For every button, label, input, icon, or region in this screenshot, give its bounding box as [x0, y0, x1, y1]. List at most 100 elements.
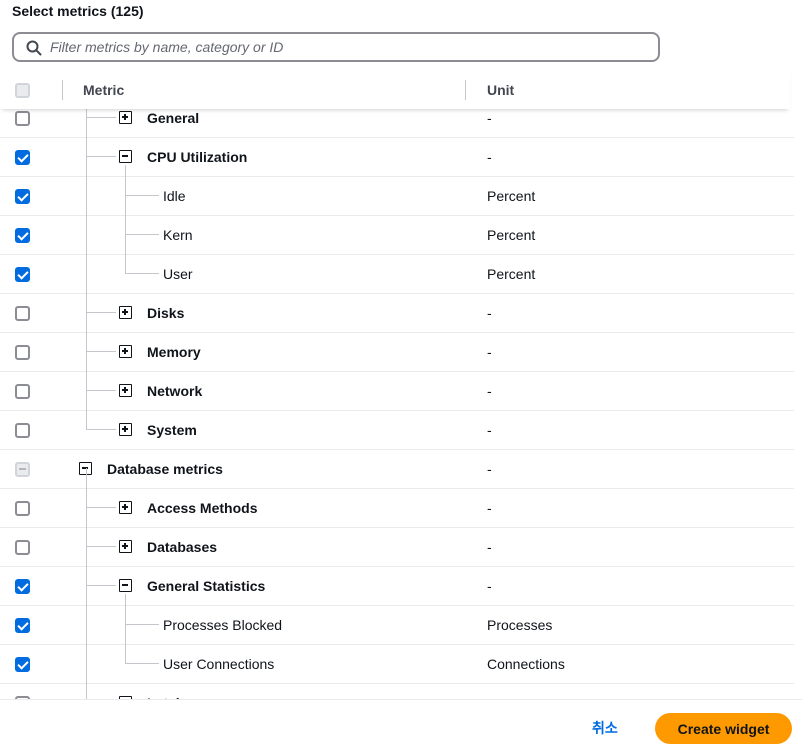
metric-unit: -: [487, 149, 492, 165]
expand-icon[interactable]: [119, 384, 132, 397]
metric-name: Memory: [147, 344, 201, 360]
tree-line: [86, 546, 116, 547]
cancel-button[interactable]: 취소: [592, 718, 618, 738]
metric-name: Databases: [147, 539, 218, 555]
row-checkbox[interactable]: [15, 618, 30, 633]
table-row[interactable]: Database metrics -: [0, 450, 794, 489]
tree-line: [86, 351, 116, 352]
tree-line: [86, 468, 87, 699]
table-row[interactable]: Databases -: [0, 528, 794, 567]
create-widget-button[interactable]: Create widget: [655, 713, 792, 744]
row-checkbox[interactable]: [15, 345, 30, 360]
tree-line: [125, 663, 159, 664]
column-divider[interactable]: [465, 80, 466, 100]
metric-name: Idle: [163, 188, 186, 204]
column-header-metric[interactable]: Metric: [83, 82, 124, 98]
table-row[interactable]: System -: [0, 411, 794, 450]
page-title: Select metrics (125): [12, 3, 144, 19]
row-checkbox[interactable]: [15, 384, 30, 399]
row-checkbox[interactable]: [15, 111, 30, 126]
row-checkbox[interactable]: [15, 540, 30, 555]
row-checkbox[interactable]: [15, 579, 30, 594]
row-checkbox[interactable]: [15, 150, 30, 165]
row-checkbox[interactable]: [15, 423, 30, 438]
footer-bar: 취소 Create widget: [0, 699, 802, 750]
tree-line: [125, 594, 126, 663]
metric-name: User: [163, 266, 193, 282]
metric-name: CPU Utilization: [147, 149, 248, 165]
metric-name: General Statistics: [147, 578, 266, 594]
metric-unit: -: [487, 500, 492, 516]
tree-line: [125, 624, 159, 625]
column-divider[interactable]: [62, 80, 63, 100]
collapse-icon[interactable]: [119, 150, 132, 163]
metric-name: Network: [147, 383, 203, 399]
expand-icon[interactable]: [119, 501, 132, 514]
table-row[interactable]: User Connections Connections: [0, 645, 794, 684]
metric-unit: -: [487, 110, 492, 126]
table-row[interactable]: CPU Utilization -: [0, 138, 794, 177]
metric-name: System: [147, 422, 197, 438]
metric-name: Processes Blocked: [163, 617, 283, 633]
row-checkbox[interactable]: [15, 267, 30, 282]
tree-line: [125, 273, 159, 274]
row-checkbox[interactable]: [15, 462, 30, 477]
expand-icon[interactable]: [119, 423, 132, 436]
table-row[interactable]: Latches-: [0, 684, 794, 699]
tree-line: [86, 429, 116, 430]
tree-line: [125, 234, 159, 235]
metric-unit: -: [487, 422, 492, 438]
table-row[interactable]: Access Methods -: [0, 489, 794, 528]
table-row[interactable]: User Percent: [0, 255, 794, 294]
metric-unit: -: [487, 578, 492, 594]
tree-line: [86, 117, 116, 118]
row-checkbox[interactable]: [15, 657, 30, 672]
tree-line: [86, 156, 116, 157]
metric-unit: Processes: [487, 617, 553, 633]
metric-name: Disks: [147, 305, 185, 321]
row-checkbox[interactable]: [15, 189, 30, 204]
column-header-unit[interactable]: Unit: [487, 82, 514, 98]
metric-unit: Percent: [487, 188, 536, 204]
table-row[interactable]: Processes Blocked Processes: [0, 606, 794, 645]
row-checkbox[interactable]: [15, 228, 30, 243]
tree-line: [86, 390, 116, 391]
metric-unit: Connections: [487, 656, 565, 672]
metric-unit: Percent: [487, 266, 536, 282]
metrics-table: General - CPU Utilization - Idle Percent Kern P…: [0, 99, 802, 699]
tree-line: [125, 165, 126, 273]
metric-name: Access Methods: [147, 500, 258, 516]
metric-name: User Connections: [163, 656, 275, 672]
metric-unit: -: [487, 539, 492, 555]
expand-icon[interactable]: [119, 540, 132, 553]
tree-line: [86, 585, 116, 586]
tree-line: [125, 195, 159, 196]
search-icon: [26, 40, 42, 56]
metric-unit: -: [487, 305, 492, 321]
metric-name: Kern: [163, 227, 193, 243]
metric-name: General: [147, 110, 200, 126]
tree-line: [86, 99, 87, 430]
table-row[interactable]: Kern Percent: [0, 216, 794, 255]
tree-line: [86, 507, 116, 508]
metric-unit: -: [487, 344, 492, 360]
expand-icon[interactable]: [119, 306, 132, 319]
metric-unit: -: [487, 461, 492, 477]
expand-icon[interactable]: [119, 111, 132, 124]
metric-unit: Percent: [487, 227, 536, 243]
table-row[interactable]: Network -: [0, 372, 794, 411]
row-checkbox[interactable]: [15, 306, 30, 321]
expand-icon[interactable]: [119, 345, 132, 358]
row-checkbox[interactable]: [15, 501, 30, 516]
table-row[interactable]: Memory -: [0, 333, 794, 372]
table-row[interactable]: Disks -: [0, 294, 794, 333]
table-row[interactable]: Idle Percent: [0, 177, 794, 216]
search-box[interactable]: [12, 32, 660, 62]
tree-line: [86, 312, 116, 313]
table-row[interactable]: General Statistics -: [0, 567, 794, 606]
metric-unit: -: [487, 383, 492, 399]
metric-name: Database metrics: [107, 461, 223, 477]
search-input[interactable]: [50, 37, 650, 57]
collapse-icon[interactable]: [119, 579, 132, 592]
select-all-checkbox[interactable]: [15, 83, 30, 98]
